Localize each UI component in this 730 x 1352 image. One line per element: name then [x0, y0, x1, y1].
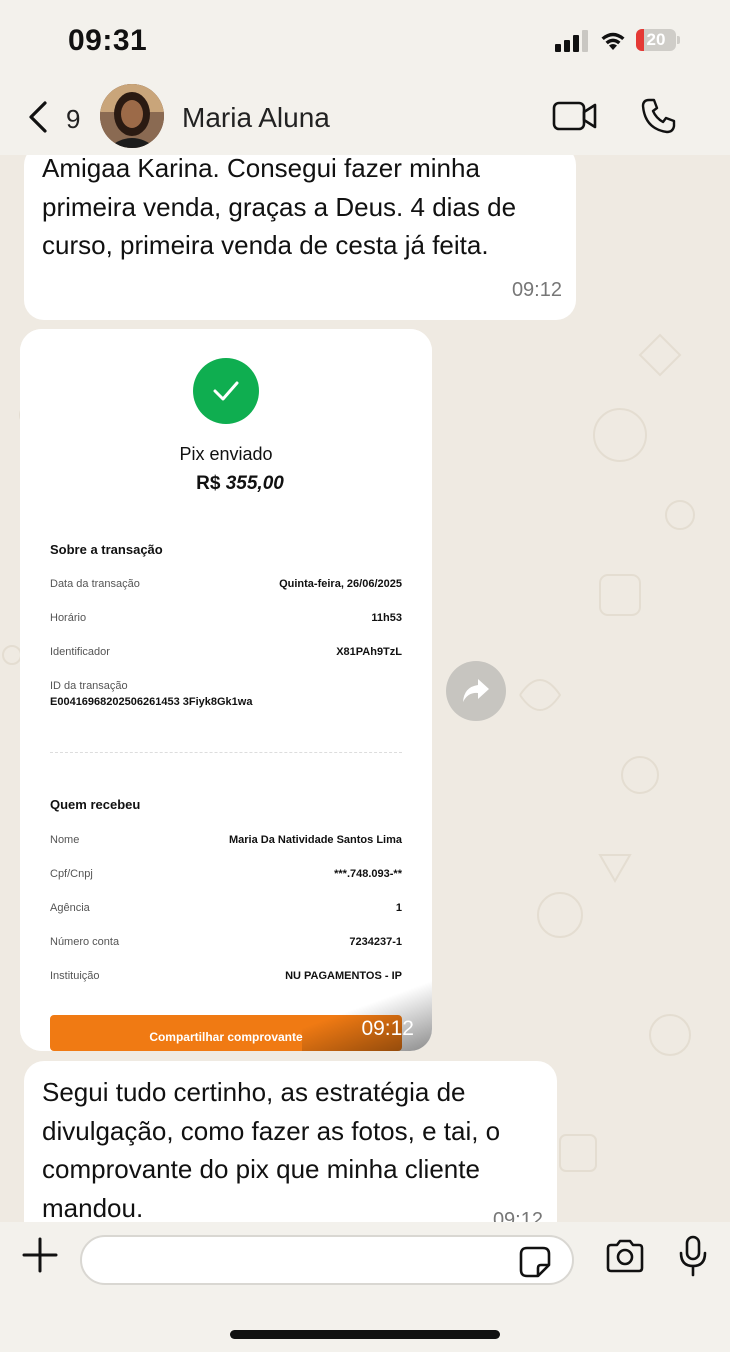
row-label: Horário [50, 612, 87, 624]
row-label: Número conta [50, 936, 120, 948]
message-time: 09:12 [492, 1209, 543, 1222]
chat-area[interactable]: Amigaa Karina. Consegui fazer minha prim… [0, 155, 730, 1222]
success-check-icon [193, 358, 259, 424]
unread-count[interactable]: 9 [66, 104, 80, 135]
contact-name[interactable]: Maria Aluna [182, 102, 330, 134]
video-call-icon[interactable] [552, 100, 598, 132]
chat-header: 9 Maria Aluna [0, 80, 730, 155]
phone-call-icon[interactable] [640, 97, 678, 135]
transaction-section-title: Sobre a transação [50, 542, 163, 557]
row-value: 1 [395, 902, 402, 914]
message-bubble[interactable]: Segui tudo certinho, as estratégia de di… [24, 1061, 557, 1222]
input-bar [0, 1222, 730, 1352]
plus-icon[interactable] [22, 1237, 58, 1273]
microphone-icon[interactable] [678, 1234, 708, 1278]
home-indicator [230, 1330, 500, 1339]
row-label: Instituição [50, 970, 100, 982]
message-text: Segui tudo certinho, as estratégia de di… [42, 1077, 501, 1222]
dashed-divider [50, 752, 402, 753]
row-label: Identificador [50, 646, 110, 658]
row-value: E00416968202506261453 3Fiyk8Gk1wa [50, 696, 253, 708]
row-label: Cpf/Cnpj [50, 868, 93, 880]
message-text: Amigaa Karina. Consegui fazer minha prim… [42, 155, 517, 260]
battery-level: 20 [646, 30, 666, 49]
image-message[interactable]: Pix enviado R$ 355,00 Sobre a transação … [20, 329, 432, 1051]
battery-tip [677, 36, 680, 44]
status-time: 09:31 [68, 24, 148, 57]
status-bar: 09:31 20 [0, 0, 730, 80]
row-value: ***.748.093-** [334, 868, 402, 880]
message-input[interactable] [80, 1235, 574, 1285]
row-value: 11h53 [371, 612, 402, 624]
amount-value: 355,00 [225, 473, 284, 494]
sticker-icon[interactable] [518, 1245, 552, 1279]
row-value: 7234237-1 [349, 936, 402, 948]
forward-button[interactable] [446, 661, 506, 721]
row-label: Data da transação [50, 578, 140, 590]
currency: R$ [196, 473, 221, 494]
wifi-icon [601, 32, 625, 50]
signal-icon [555, 30, 589, 52]
pix-receipt: Pix enviado R$ 355,00 Sobre a transação … [20, 329, 432, 1051]
row-label: Nome [50, 834, 80, 846]
forward-arrow-icon [463, 679, 489, 702]
message-bubble[interactable]: Amigaa Karina. Consegui fazer minha prim… [24, 155, 576, 320]
message-time: 09:12 [361, 1017, 414, 1040]
row-value: X81PAh9TzL [336, 646, 402, 658]
row-label: ID da transação [50, 680, 128, 692]
battery-icon: 20 [636, 29, 676, 51]
back-chevron-icon[interactable] [26, 100, 50, 134]
camera-icon[interactable] [604, 1238, 646, 1274]
row-value: Quinta-feira, 26/06/2025 [279, 578, 402, 590]
recipient-section-title: Quem recebeu [50, 797, 141, 812]
row-label: Agência [50, 902, 90, 914]
avatar[interactable] [100, 84, 164, 148]
message-time: 09:12 [511, 279, 562, 301]
row-value: Maria Da Natividade Santos Lima [229, 834, 402, 846]
pix-title: Pix enviado [179, 444, 273, 464]
pix-amount: R$ 355,00 [20, 473, 432, 495]
